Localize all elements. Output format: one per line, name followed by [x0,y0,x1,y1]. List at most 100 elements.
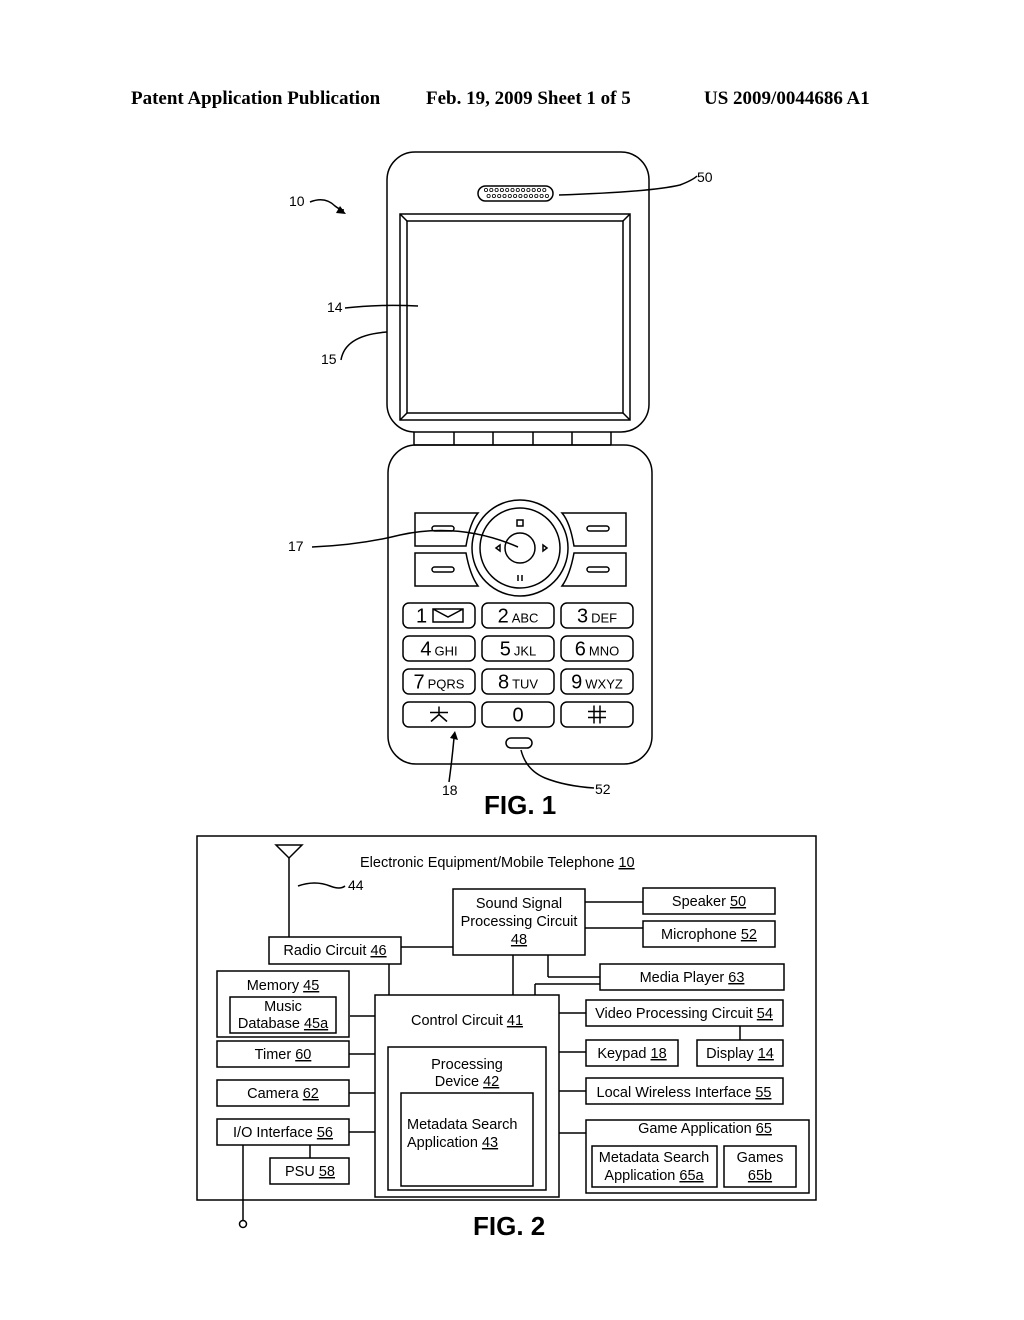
leader-15 [340,331,388,361]
key-label: 5 JKL [500,639,537,661]
key-label: 8 TUV [498,672,538,694]
soft-key-top-right [560,512,627,547]
grille-hole [486,193,491,198]
svg-text:Control Circuit 41: Control Circuit 41 [411,1013,523,1029]
svg-text:65b: 65b [748,1168,772,1184]
ref-15: 15 [321,351,337,367]
block-local-wireless: Local Wireless Interface 55 [585,1077,784,1105]
key-label: 0 [512,705,523,727]
grille-hole [491,193,496,198]
grille-hole [518,193,523,198]
left-arrow-icon [494,543,501,553]
grille-hole [534,193,539,198]
svg-text:Local Wireless Interface 55: Local Wireless Interface 55 [597,1085,772,1101]
grille-hole [489,187,494,192]
svg-text:Microphone 52: Microphone 52 [661,927,757,943]
svg-text:Media Player 63: Media Player 63 [640,970,745,986]
block-psu: PSU 58 [269,1157,350,1185]
stop-icon [516,519,524,527]
keypad: 1 2 ABC 3 DEF 4 GHI 5 JKL 6 MNO 7 PQRS 8 TUV 9 WXYZ 0 [402,602,634,728]
ref-50: 50 [697,169,713,185]
key-4: 4 GHI [402,635,476,662]
key-star [402,701,476,728]
svg-text:48: 48 [511,932,527,948]
grille-hole [544,193,549,198]
key-3: 3 DEF [560,602,634,629]
navigation-pad [471,499,569,597]
svg-text:PSU 58: PSU 58 [285,1164,335,1180]
key-8: 8 TUV [481,668,555,695]
key-hash [560,701,634,728]
key-5: 5 JKL [481,635,555,662]
grille-hole [499,187,504,192]
key-label: 4 GHI [420,639,457,661]
center-select-button [504,532,536,564]
grille-hole [507,193,512,198]
display-screen [399,213,631,421]
grille-hole [513,193,518,198]
grille-hole [505,187,510,192]
arrow-head-18 [450,731,458,740]
fig1-caption: FIG. 1 [484,790,556,820]
soft-key-top-left [414,512,480,547]
svg-text:Processing: Processing [431,1057,503,1073]
block-media-player: Media Player 63 [599,963,785,991]
fig1-phone-drawing: 1 2 ABC 3 DEF4 GHI 5 JKL 6 MNO7 PQRS 8 TUV 9 WXYZ0 10 … [288,151,713,820]
ref-14: 14 [327,299,343,315]
svg-text:Device 42: Device 42 [435,1074,500,1090]
key-2: 2 ABC [481,602,555,629]
ref-17: 17 [288,538,304,554]
key-6: 6 MNO [560,635,634,662]
block-video-processing: Video Processing Circuit 54 [585,999,784,1027]
svg-text:Speaker 50: Speaker 50 [672,894,746,910]
leader-52 [520,749,595,789]
block-radio-circuit: Radio Circuit 46 [268,936,402,965]
key-0: 0 [481,701,555,728]
antenna-icon [274,844,304,937]
key-1: 1 [402,602,476,629]
microphone-opening [505,737,533,749]
svg-text:Games: Games [737,1150,784,1166]
svg-text:Game Application 65: Game Application 65 [638,1121,772,1137]
grille-hole [497,193,502,198]
block-game-application: Game Application 65 Metadata Search Appl… [585,1119,810,1194]
svg-text:I/O Interface 56: I/O Interface 56 [233,1125,333,1141]
grille-hole [542,187,547,192]
soft-key-bottom-left [414,552,480,587]
fig2-title: Electronic Equipment/Mobile Telephone 10 [360,855,635,871]
svg-text:Music: Music [264,999,302,1015]
leader-18 [448,737,455,783]
ref-10: 10 [289,193,305,209]
grille-hole [521,187,526,192]
key-9: 9 WXYZ [560,668,634,695]
grille-hole [494,187,499,192]
io-terminal [238,1219,248,1229]
fig2-caption: FIG. 2 [473,1211,545,1241]
grille-hole [523,193,528,198]
key-label: 3 DEF [577,606,617,628]
svg-text:Display 14: Display 14 [706,1046,774,1062]
svg-text:Application 65a: Application 65a [604,1168,704,1184]
svg-text:Metadata Search: Metadata Search [407,1117,517,1133]
upper-housing [386,151,650,433]
key-7: 7 PQRS [402,668,476,695]
ref-44: 44 [348,877,364,893]
block-io-interface: I/O Interface 56 [216,1118,350,1146]
key-label: 1 [416,606,427,628]
fig2-block-diagram: Electronic Equipment/Mobile Telephone 10… [196,835,817,1241]
leader-44 [297,882,346,889]
envelope-icon [432,608,464,623]
svg-text:Video Processing Circuit 54: Video Processing Circuit 54 [595,1006,773,1022]
leader-50 [558,175,698,196]
key-label: 7 PQRS [414,672,465,694]
svg-text:Application 43: Application 43 [407,1135,498,1151]
grille-hole [502,193,507,198]
block-control-circuit: Control Circuit 41 Processing Device 42 … [374,994,560,1198]
hinge [413,432,612,446]
ref-52: 52 [595,781,611,797]
block-camera: Camera 62 [216,1079,350,1107]
grille-hole [510,187,515,192]
block-keypad: Keypad 18 [585,1039,679,1067]
svg-text:Metadata Search: Metadata Search [599,1150,709,1166]
hash-icon [588,705,606,724]
